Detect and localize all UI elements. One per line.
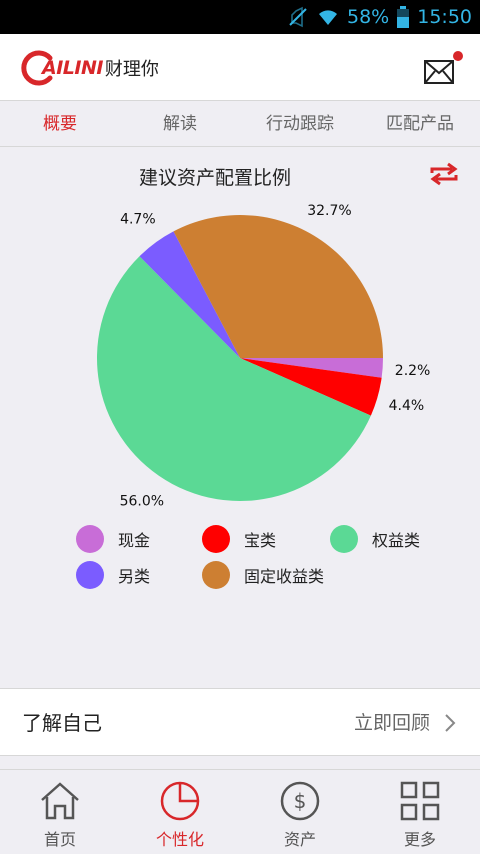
nav-label: 个性化: [155, 830, 204, 849]
nav-label: 更多: [403, 830, 436, 849]
tab-overview[interactable]: 概要: [0, 101, 120, 146]
logo-cn-text: 财理你: [104, 59, 159, 80]
nav-label: 首页: [43, 830, 76, 849]
legend-label: 另类: [118, 567, 151, 586]
know-yourself-label: 了解自己: [22, 711, 102, 735]
nav-more[interactable]: 更多: [360, 770, 480, 854]
legend-label: 宝类: [244, 531, 277, 550]
nav-assets[interactable]: $ 资产: [240, 770, 360, 854]
tab-bar: 概要 解读 行动跟踪 匹配产品: [0, 101, 480, 147]
mute-icon: [289, 6, 307, 28]
pie-label-2: 56.0%: [120, 493, 164, 509]
wifi-icon: [319, 10, 337, 25]
tab-matched-products[interactable]: 匹配产品: [360, 101, 480, 146]
legend-item-cash: 现金: [76, 525, 150, 553]
mail-icon: [424, 60, 454, 84]
app-header: AILINI 财理你: [0, 34, 480, 101]
legend-swatch: [330, 525, 358, 553]
home-icon: [41, 782, 79, 820]
grid-icon: [400, 781, 440, 821]
nav-label: 资产: [283, 830, 316, 849]
legend-swatch: [202, 561, 230, 589]
review-now-link[interactable]: 立即回顾: [354, 689, 430, 757]
legend-swatch: [76, 561, 104, 589]
legend-label: 固定收益类: [244, 567, 325, 586]
logo-text: AILINI: [42, 57, 103, 79]
legend-swatch: [202, 525, 230, 553]
bottom-nav: 首页 个性化 $ 资产 更多: [0, 770, 480, 854]
divider: [0, 757, 480, 770]
legend-item-equity: 权益类: [330, 525, 420, 553]
legend-item-fixed-income: 固定收益类: [202, 561, 324, 589]
notification-badge: [453, 51, 463, 61]
app-logo: AILINI 财理你: [20, 50, 159, 86]
legend-swatch: [76, 525, 104, 553]
svg-text:$: $: [294, 789, 307, 813]
pie-label-3: 4.7%: [120, 211, 156, 227]
legend-item-bao: 宝类: [202, 525, 276, 553]
pie-chart: 2.2% 4.4% 56.0% 4.7% 32.7%: [96, 203, 431, 509]
chevron-right-icon: [445, 714, 456, 732]
pie-chart-icon: [160, 781, 200, 821]
nav-home[interactable]: 首页: [0, 770, 120, 854]
pie-label-0: 2.2%: [395, 363, 431, 379]
overview-panel: 建议资产配置比例 2.2% 4.4% 56.0% 4.7% 32.7% 现金 宝类 权益…: [0, 147, 480, 687]
battery-percent: 58%: [347, 6, 390, 28]
mail-button[interactable]: [424, 51, 463, 84]
nav-personalized[interactable]: 个性化: [120, 770, 240, 854]
tab-action-tracking[interactable]: 行动跟踪: [240, 101, 360, 146]
legend-item-alternative: 另类: [76, 561, 150, 589]
status-bar: 58% 15:50: [0, 0, 480, 34]
battery-icon: [397, 6, 410, 28]
know-yourself-row[interactable]: 了解自己 立即回顾: [0, 688, 480, 756]
dollar-icon: $: [280, 781, 320, 821]
tab-interpretation[interactable]: 解读: [120, 101, 240, 146]
legend-label: 权益类: [372, 531, 421, 550]
legend-label: 现金: [118, 531, 151, 550]
clock: 15:50: [417, 6, 472, 28]
pie-label-1: 4.4%: [389, 398, 425, 414]
pie-label-4: 32.7%: [307, 203, 351, 219]
